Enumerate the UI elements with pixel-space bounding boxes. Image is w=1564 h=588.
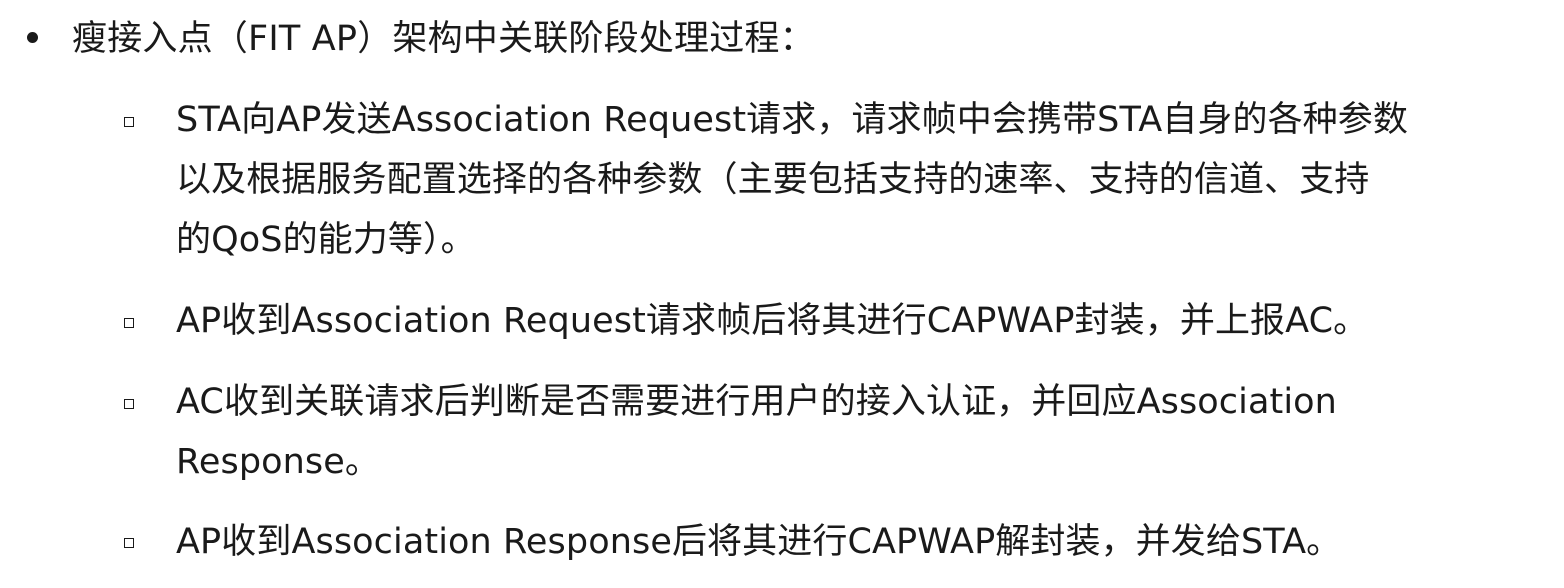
- sub-item-text: STA向AP发送Association Request请求，请求帧中会携带STA…: [176, 90, 1546, 270]
- bullet-dot: [27, 32, 38, 43]
- text-line: STA向AP发送Association Request请求，请求帧中会携带STA…: [176, 100, 1408, 140]
- text-line: AC收到关联请求后判断是否需要进行用户的接入认证，并回应Association: [176, 382, 1337, 422]
- sub-item-text: AC收到关联请求后判断是否需要进行用户的接入认证，并回应Association …: [176, 372, 1546, 492]
- square-bullet-icon: [124, 538, 134, 548]
- sub-item-text: AP收到Association Response后将其进行CAPWAP解封装，并…: [176, 512, 1546, 572]
- square-bullet-icon: [124, 117, 134, 127]
- main-heading: 瘦接入点（FIT AP）架构中关联阶段处理过程：: [72, 19, 815, 59]
- text-line: AP收到Association Response后将其进行CAPWAP解封装，并…: [176, 522, 1342, 562]
- text-line: Response。: [176, 442, 380, 482]
- text-line: 的QoS的能力等）。: [176, 220, 476, 260]
- text-line: 以及根据服务配置选择的各种参数（主要包括支持的速率、支持的信道、支持: [176, 160, 1370, 200]
- text-line: AP收到Association Request请求帧后将其进行CAPWAP封装，…: [176, 301, 1369, 341]
- sub-item-text: AP收到Association Request请求帧后将其进行CAPWAP封装，…: [176, 291, 1546, 351]
- square-bullet-icon: [124, 318, 134, 328]
- square-bullet-icon: [124, 399, 134, 409]
